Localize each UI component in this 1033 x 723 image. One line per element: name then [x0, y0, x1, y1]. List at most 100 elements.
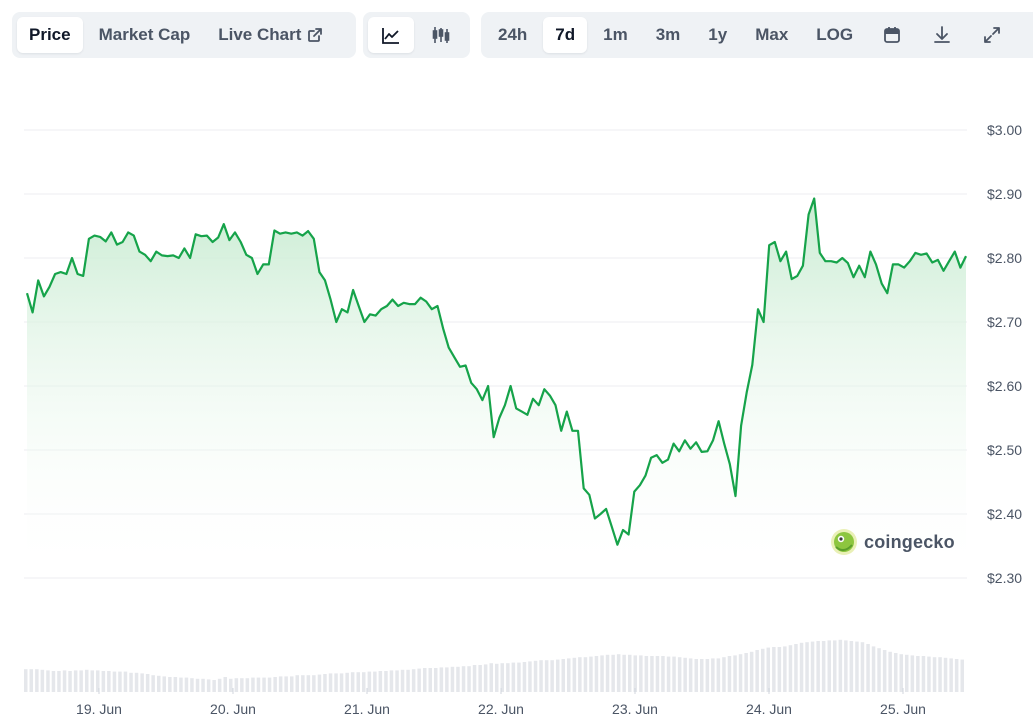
- x-tick-label: 23. Jun: [612, 701, 658, 717]
- x-tick-label: 22. Jun: [478, 701, 524, 717]
- volume-bar: [317, 674, 322, 692]
- volume-bar: [871, 646, 876, 692]
- volume-bar: [816, 641, 820, 692]
- volume-bar: [24, 669, 28, 692]
- volume-bar: [456, 666, 460, 692]
- volume-bar: [844, 640, 848, 692]
- volume-bar: [910, 655, 915, 692]
- volume-bar: [954, 659, 959, 692]
- volume-bar: [62, 670, 67, 692]
- volume-bar: [411, 669, 416, 692]
- volume-bar: [134, 672, 139, 692]
- volume-bar: [51, 671, 56, 692]
- volume-bar: [339, 673, 344, 692]
- volume-bar: [838, 639, 843, 692]
- volume-bar: [245, 678, 250, 692]
- volume-bar: [489, 663, 493, 692]
- volume-bar: [389, 670, 394, 692]
- volume-bar: [639, 655, 643, 692]
- price-chart[interactable]: $3.00 $2.90 $2.80 $2.70 $2.60 $2.50 $2.40 $2.30…: [0, 0, 1033, 723]
- volume-bar: [118, 671, 122, 692]
- volume-bar: [423, 668, 427, 692]
- volume-bar: [251, 677, 255, 692]
- volume-bar: [384, 671, 388, 692]
- volume-bar: [395, 670, 399, 692]
- volume-bar: [190, 678, 194, 692]
- volume-bar: [661, 656, 665, 692]
- volume-bar: [722, 657, 726, 692]
- volume-bar: [605, 654, 610, 692]
- y-axis-labels: $3.00 $2.90 $2.80 $2.70 $2.60 $2.50 $2.40 $2.30: [987, 122, 1022, 586]
- y-tick-label: $3.00: [987, 122, 1022, 138]
- volume-bar: [888, 651, 892, 692]
- volume-bar: [367, 671, 372, 692]
- volume-bar: [284, 676, 288, 692]
- volume-bar: [833, 640, 837, 692]
- volume-bar: [428, 668, 432, 692]
- y-tick-label: $2.40: [987, 506, 1022, 522]
- volume-bar: [578, 657, 582, 692]
- volume-bar: [583, 657, 588, 692]
- watermark-text: coingecko: [864, 531, 955, 552]
- volume-bar: [544, 660, 549, 692]
- volume-bar: [46, 670, 50, 692]
- volume-bar: [450, 666, 455, 692]
- volume-bar: [860, 642, 865, 692]
- volume-bar: [932, 657, 937, 692]
- y-tick-label: $2.50: [987, 442, 1022, 458]
- x-tick-label: 25. Jun: [880, 701, 926, 717]
- volume-bar: [101, 671, 106, 692]
- volume-bar: [434, 668, 438, 692]
- volume-bar: [173, 677, 178, 692]
- volume-bar: [738, 654, 743, 692]
- volume-bar: [849, 641, 854, 692]
- volume-bar: [35, 669, 39, 692]
- volume-bar: [783, 646, 787, 692]
- volume-bar: [772, 647, 776, 692]
- volume-bar: [761, 648, 765, 692]
- volume-bar: [589, 656, 593, 692]
- volume-bar: [68, 671, 72, 692]
- volume-bar: [306, 675, 311, 692]
- volume-bar: [672, 656, 676, 692]
- volume-bar: [916, 656, 920, 692]
- volume-bar: [943, 657, 948, 692]
- x-tick-label: 21. Jun: [344, 701, 390, 717]
- volume-bar: [749, 651, 754, 692]
- volume-bar: [600, 655, 604, 692]
- volume-bar: [472, 665, 477, 692]
- gecko-logo-icon: [831, 529, 857, 555]
- volume-bar: [533, 660, 538, 692]
- volume-bar: [949, 658, 953, 692]
- volume-bar: [594, 656, 599, 692]
- volume-bar: [328, 673, 333, 692]
- volume-bar: [805, 642, 809, 692]
- volume-bar: [567, 658, 571, 692]
- volume-bar: [212, 680, 216, 692]
- x-tick-label: 24. Jun: [746, 701, 792, 717]
- x-tick-label: 20. Jun: [210, 701, 256, 717]
- volume-bar: [611, 654, 615, 692]
- volume-bar: [799, 642, 804, 692]
- x-axis-labels: 19. Jun 20. Jun 21. Jun 22. Jun 23. Jun 24. J…: [76, 688, 926, 717]
- volume-bar: [439, 667, 444, 692]
- volume-bar: [650, 656, 654, 692]
- volume-bar: [644, 656, 649, 692]
- volume-bar: [522, 662, 527, 692]
- volume-bars: [24, 639, 964, 692]
- volume-bar: [882, 650, 887, 692]
- volume-bar: [90, 670, 94, 692]
- volume-bar: [539, 660, 543, 692]
- y-tick-label: $2.90: [987, 186, 1022, 202]
- volume-bar: [417, 668, 421, 692]
- volume-bar: [85, 669, 89, 692]
- volume-bar: [123, 671, 128, 692]
- volume-bar: [356, 672, 360, 692]
- volume-bar: [184, 677, 189, 692]
- volume-bar: [561, 659, 565, 692]
- volume-bar: [716, 658, 721, 692]
- volume-bar: [500, 663, 504, 692]
- volume-bar: [688, 658, 693, 692]
- volume-bar: [162, 676, 166, 692]
- volume-bar: [827, 640, 831, 692]
